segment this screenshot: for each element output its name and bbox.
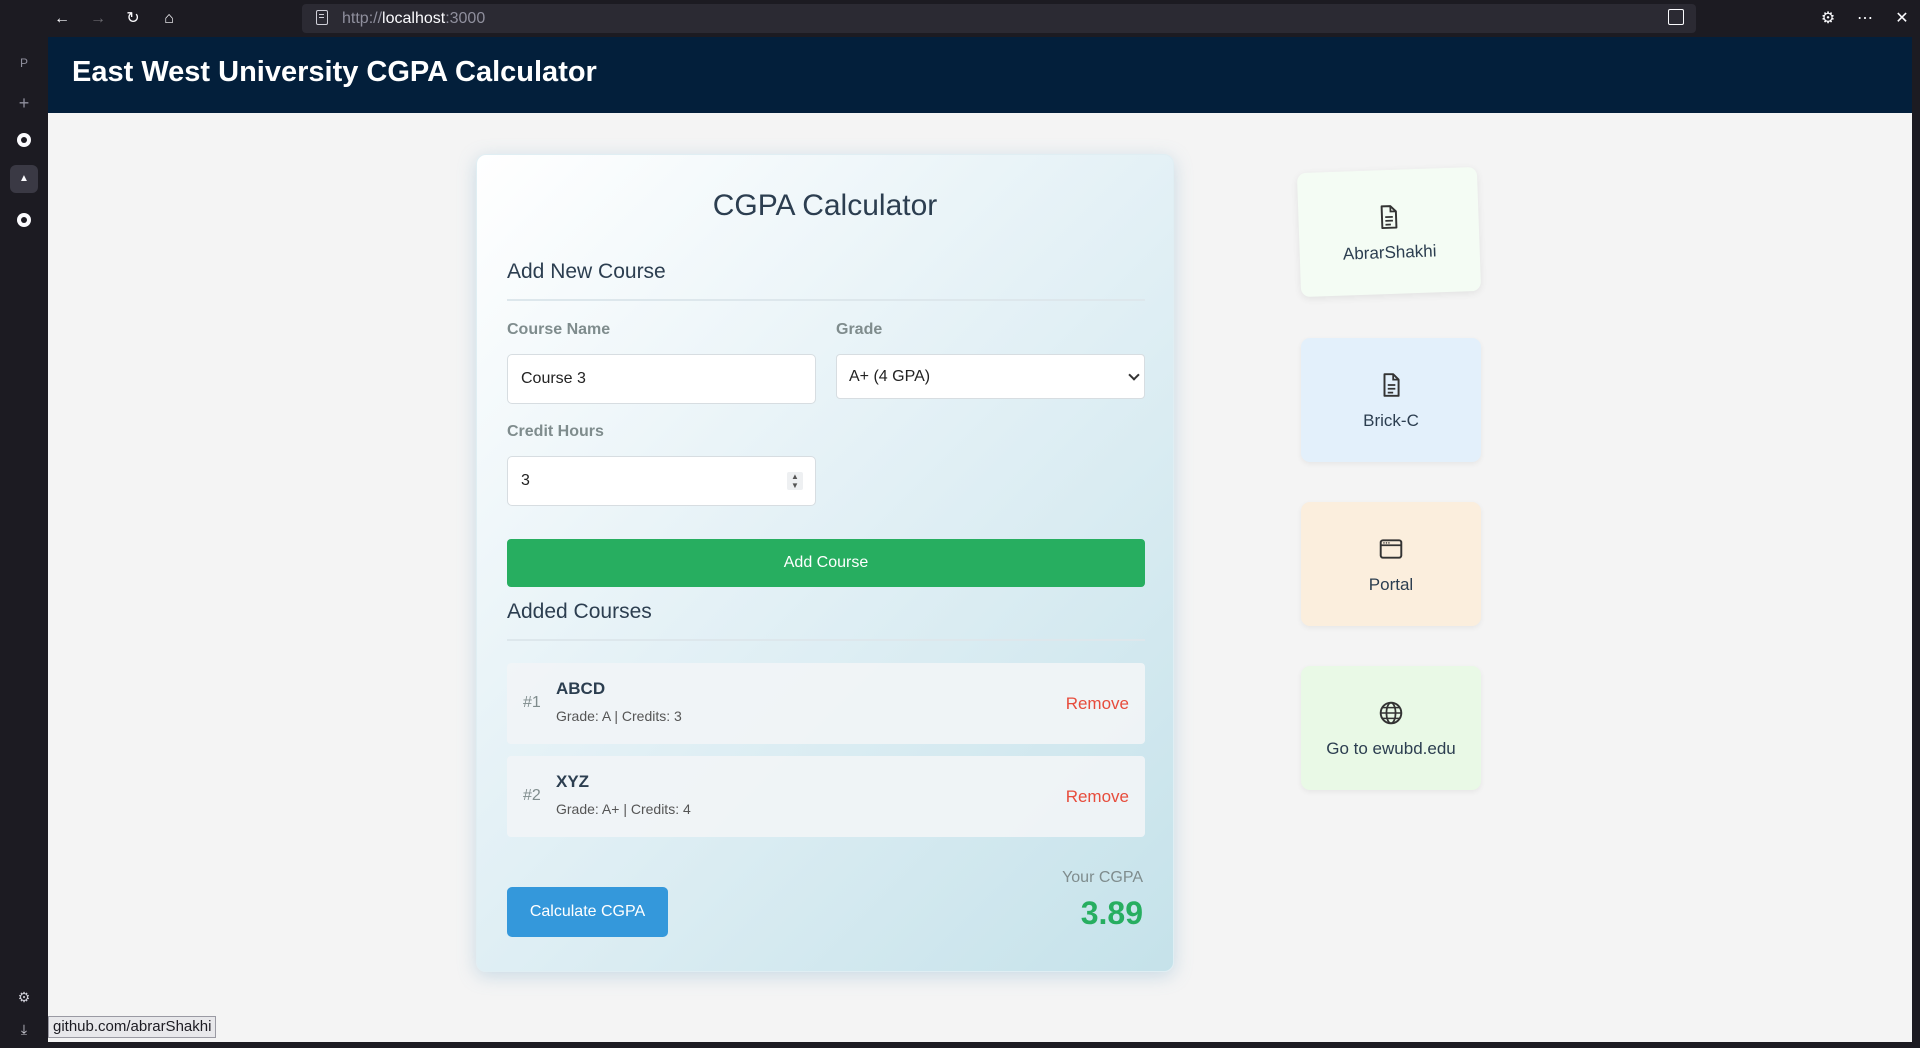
cgpa-label: Your CGPA [1062,869,1143,886]
credit-hours-value: 3 [521,472,530,489]
calculate-cgpa-button[interactable]: Calculate CGPA [507,887,668,937]
link-card-brick-c[interactable]: Brick-C [1301,338,1481,462]
browser-sidebar: P + ▲ ⚙ ⤓ [0,37,48,1048]
course-item: #2 XYZ Grade: A+ | Credits: 4 Remove [507,756,1145,837]
back-arrow-icon[interactable]: ← [50,7,74,31]
github-icon[interactable] [10,205,38,233]
course-name-input[interactable]: Course 3 [507,354,816,404]
document-icon [1380,205,1398,230]
site-header: East West University CGPA Calculator [48,37,1912,113]
cgpa-value: 3.89 [1080,895,1143,931]
divider [507,639,1145,641]
browser-window-icon [1379,539,1403,559]
link-card-label: Go to ewubd.edu [1326,739,1456,758]
url-text[interactable]: http://localhost:3000 [342,10,485,28]
grade-select[interactable]: A+ (4 GPA) [836,354,1145,399]
reload-icon[interactable]: ↻ [121,7,145,31]
link-card-label: AbrarShakhi [1342,241,1437,264]
close-icon[interactable]: ✕ [1890,7,1914,31]
link-card-ewubd[interactable]: Go to ewubd.edu [1301,666,1481,790]
link-card-label: Portal [1368,575,1414,594]
course-number: #1 [523,694,541,711]
course-name-label: Course Name [507,321,611,338]
download-icon[interactable]: ⤓ [10,1015,38,1043]
credit-hours-label: Credit Hours [507,423,604,440]
grade-label: Grade [836,321,883,338]
extensions-icon[interactable]: ⚙ [1816,7,1840,31]
course-details: Grade: A+ | Credits: 4 [556,801,691,817]
divider [507,299,1145,301]
course-name: XYZ [556,772,590,791]
globe-icon [1379,701,1403,725]
forward-arrow-icon[interactable]: → [86,7,110,31]
credit-hours-input[interactable]: 3 ▲ ▼ [507,456,816,506]
course-name: ABCD [556,679,606,698]
grade-select-value: A+ (4 GPA) [849,368,931,385]
calculator-title: CGPA Calculator [712,189,938,222]
settings-icon[interactable]: ⚙ [10,983,38,1011]
home-icon[interactable]: ⌂ [157,7,181,31]
calculator-card: CGPA Calculator Add New Course Course Na… [476,154,1174,972]
link-card-portal[interactable]: Portal [1301,502,1481,626]
page-info-icon[interactable] [316,10,328,25]
remove-course-button[interactable]: Remove [1066,787,1129,807]
triangle-app-icon[interactable]: ▲ [10,165,38,193]
profile-initial[interactable]: P [10,49,38,77]
status-link-preview: github.com/abrarShakhi [48,1016,217,1038]
number-stepper-icon[interactable]: ▲ ▼ [787,472,803,490]
add-panel-icon[interactable]: + [10,89,38,117]
course-number: #2 [523,787,541,804]
course-details: Grade: A | Credits: 3 [556,708,682,724]
added-courses-heading: Added Courses [507,600,652,623]
remove-course-button[interactable]: Remove [1066,694,1129,714]
chevron-down-icon [1128,369,1140,381]
site-title: East West University CGPA Calculator [72,56,597,88]
link-card-abrarshakhi[interactable]: AbrarShakhi [1296,166,1482,298]
browser-toolbar: ← → ↻ ⌂ http://localhost:3000 ⚙ ⋯ ✕ [0,0,1920,37]
github-icon[interactable] [10,125,38,153]
page-viewport: East West University CGPA Calculator CGP… [48,37,1912,1042]
document-icon [1383,373,1400,397]
menu-dots-icon[interactable]: ⋯ [1853,7,1877,31]
add-course-button[interactable]: Add Course [507,539,1145,587]
link-card-label: Brick-C [1363,411,1419,430]
course-item: #1 ABCD Grade: A | Credits: 3 Remove [507,663,1145,744]
address-bar[interactable]: http://localhost:3000 [302,4,1696,33]
add-course-heading: Add New Course [507,260,666,283]
reader-view-icon[interactable] [1668,9,1684,25]
